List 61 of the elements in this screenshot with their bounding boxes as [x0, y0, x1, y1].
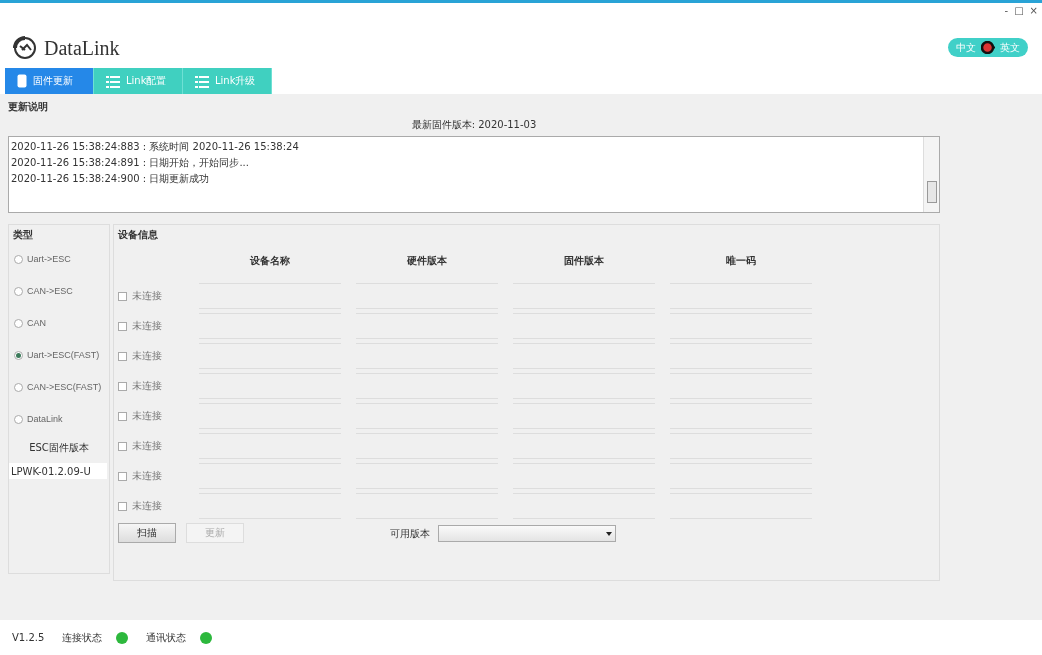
checkbox-label[interactable]: 未连接: [132, 379, 162, 393]
status-label: 连接状态: [62, 630, 103, 645]
group-title: 设备信息: [118, 228, 158, 242]
log-line: 2020-11-26 15:38:24:891 : 日期开始，开始同步...: [11, 157, 249, 168]
radio-label[interactable]: CAN->ESC(FAST): [27, 382, 102, 392]
status-label: 通讯状态: [146, 630, 187, 645]
column-header: 固件版本: [564, 255, 604, 266]
checkbox[interactable]: [118, 471, 127, 481]
checkbox[interactable]: [118, 321, 127, 331]
maximize-button[interactable]: □: [1014, 5, 1024, 16]
minimize-button[interactable]: -: [1004, 5, 1009, 16]
radio-label[interactable]: CAN: [27, 318, 46, 328]
toggle-label: 英文: [1000, 40, 1020, 55]
radio-button[interactable]: [14, 286, 23, 296]
radio-button[interactable]: [14, 382, 23, 392]
radio-button[interactable]: [14, 350, 23, 360]
checkbox-label[interactable]: 未连接: [132, 439, 162, 453]
logo-icon: [12, 35, 38, 61]
column-header: 设备名称: [250, 255, 290, 266]
checkbox-label[interactable]: 未连接: [132, 469, 162, 483]
scrollbar[interactable]: [923, 137, 939, 212]
checkbox[interactable]: [118, 351, 127, 361]
toggle-knob[interactable]: [981, 41, 995, 54]
list-icon: [106, 74, 120, 88]
checkbox[interactable]: [118, 381, 127, 391]
checkbox[interactable]: [118, 441, 127, 451]
toggle-label: 中文: [956, 40, 976, 55]
checkbox-label[interactable]: 未连接: [132, 409, 162, 423]
group-title: 类型: [13, 228, 33, 242]
radio-button[interactable]: [14, 414, 23, 424]
field-label: 可用版本: [390, 526, 430, 541]
log-line: 2020-11-26 15:38:24:900 : 日期更新成功: [11, 173, 210, 184]
radio-label[interactable]: CAN->ESC: [27, 286, 73, 296]
app-name: DataLink: [44, 36, 120, 60]
log-line: 2020-11-26 15:38:24:883 : 系统时间 2020-11-26 15:38:24: [11, 141, 299, 152]
radio-label[interactable]: Uart->ESC: [27, 254, 71, 264]
checkbox-label[interactable]: 未连接: [132, 319, 162, 333]
checkbox[interactable]: [118, 501, 127, 511]
field-label: ESC固件版本: [29, 442, 89, 453]
radio-label[interactable]: DataLink: [27, 414, 63, 424]
checkbox[interactable]: [118, 291, 127, 301]
list-icon: [195, 74, 209, 88]
radio-label[interactable]: Uart->ESC(FAST): [27, 350, 100, 360]
version-text: V1.2.5: [12, 632, 45, 643]
caret-icon: [606, 532, 612, 536]
radio-button[interactable]: [14, 254, 23, 264]
document-icon: [17, 74, 27, 88]
version-dropdown[interactable]: [438, 525, 616, 542]
latest-version: 最新固件版本: 2020-11-03: [411, 119, 537, 130]
checkbox[interactable]: [118, 411, 127, 421]
checkbox-label[interactable]: 未连接: [132, 349, 162, 363]
column-header: 唯一码: [726, 255, 756, 266]
tab[interactable]: 固件更新: [5, 68, 94, 94]
version-field[interactable]: LPWK-01.2.09-U: [9, 463, 107, 479]
radio-button[interactable]: [14, 318, 23, 328]
column-header: 硬件版本: [407, 255, 447, 266]
section-title: 更新说明: [8, 100, 49, 114]
scan-button[interactable]: 扫描: [118, 523, 176, 543]
checkbox-label[interactable]: 未连接: [132, 499, 162, 513]
close-button[interactable]: ×: [1029, 5, 1038, 16]
checkbox-label[interactable]: 未连接: [132, 289, 162, 303]
